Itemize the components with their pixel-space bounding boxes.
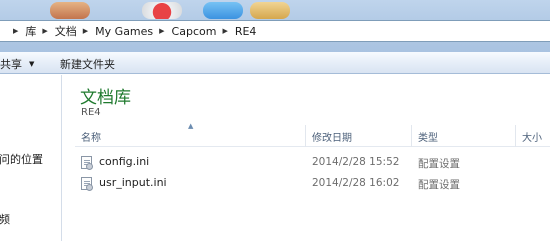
- sort-ascending-icon: ▲: [188, 122, 194, 130]
- library-subtitle: RE4: [81, 107, 101, 118]
- file-date-modified: 2014/2/28 16:02: [312, 177, 400, 189]
- new-folder-label: 新建文件夹: [60, 58, 115, 71]
- nav-item-label: 访问的位置: [0, 153, 43, 166]
- share-button[interactable]: 共享 ▼: [0, 56, 34, 72]
- chevron-right-icon[interactable]: ▶: [222, 27, 227, 35]
- taskbar-app-icon: [203, 2, 243, 19]
- taskbar-app-icon: [142, 2, 182, 19]
- breadcrumb-item-my-games[interactable]: My Games: [95, 25, 153, 38]
- config-file-icon: [81, 177, 93, 191]
- config-file-icon: [81, 156, 93, 170]
- nav-item-label: 视频: [0, 213, 10, 226]
- navigation-pane: 访问的位置 视频: [0, 75, 62, 241]
- column-divider[interactable]: [305, 125, 306, 147]
- column-header-size[interactable]: 大小: [522, 129, 542, 144]
- share-label: 共享: [0, 58, 22, 71]
- column-header-name[interactable]: 名称: [81, 129, 101, 144]
- column-header-date[interactable]: 修改日期: [312, 129, 352, 144]
- new-folder-button[interactable]: 新建文件夹: [60, 56, 115, 72]
- chevron-right-icon[interactable]: ▶: [13, 27, 18, 35]
- chevron-right-icon[interactable]: ▶: [42, 27, 47, 35]
- column-divider[interactable]: [411, 125, 412, 147]
- column-header-type[interactable]: 类型: [418, 129, 438, 144]
- column-header-row: ▲ 名称 修改日期 类型 大小: [75, 122, 550, 147]
- taskbar-app-icon: [50, 2, 90, 19]
- library-title: 文档库: [80, 88, 131, 108]
- nav-item-videos[interactable]: 视频: [0, 211, 10, 227]
- file-type: 配置设置: [418, 179, 460, 191]
- file-name: config.ini: [99, 155, 150, 168]
- file-date-modified: 2014/2/28 15:52: [312, 156, 400, 168]
- breadcrumb-item-library[interactable]: 库: [25, 23, 36, 39]
- file-row[interactable]: usr_input.ini 2014/2/28 16:02 配置设置: [75, 174, 550, 194]
- chevron-down-icon: ▼: [29, 60, 35, 68]
- breadcrumb-item-re4[interactable]: RE4: [235, 25, 257, 38]
- breadcrumb-item-documents[interactable]: 文档: [55, 23, 77, 39]
- address-bar-area: ▶ 库 ▶ 文档 ▶ My Games ▶ Capcom ▶ RE4: [0, 0, 550, 52]
- chevron-right-icon[interactable]: ▶: [83, 27, 88, 35]
- chevron-right-icon[interactable]: ▶: [159, 27, 164, 35]
- file-row[interactable]: config.ini 2014/2/28 15:52 配置设置: [75, 153, 550, 173]
- file-list-pane: 文档库 RE4 ▲ 名称 修改日期 类型 大小 config.ini 2014/…: [63, 75, 550, 241]
- column-divider[interactable]: [515, 125, 516, 147]
- command-toolbar: 共享 ▼ 新建文件夹: [0, 52, 550, 74]
- nav-item-recent-places[interactable]: 访问的位置: [0, 151, 43, 167]
- file-name: usr_input.ini: [99, 176, 167, 189]
- taskbar-app-icon: [250, 2, 290, 19]
- file-type: 配置设置: [418, 158, 460, 170]
- breadcrumb[interactable]: ▶ 库 ▶ 文档 ▶ My Games ▶ Capcom ▶ RE4: [0, 20, 550, 42]
- breadcrumb-item-capcom[interactable]: Capcom: [172, 25, 217, 38]
